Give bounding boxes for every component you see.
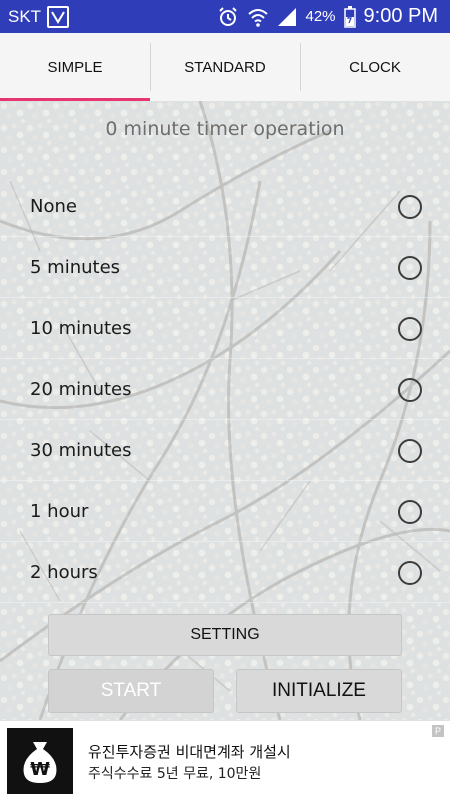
wifi-icon: [247, 7, 269, 27]
money-bag-logo-icon: ₩: [7, 728, 73, 794]
ad-banner[interactable]: ₩ 유진투자증권 비대면계좌 개설시 주식수수료 5년 무료, 10만원 P: [0, 720, 450, 800]
radio-button[interactable]: [398, 561, 422, 585]
option-2-hours[interactable]: 2 hours: [0, 542, 450, 603]
option-label: 1 hour: [30, 500, 89, 522]
option-none[interactable]: None: [0, 176, 450, 237]
option-label: 20 minutes: [30, 378, 132, 400]
setting-button[interactable]: SETTING: [48, 614, 402, 656]
radio-button[interactable]: [398, 378, 422, 402]
timer-status-text: 0 minute timer operation: [105, 118, 345, 140]
initialize-button[interactable]: INITIALIZE: [236, 669, 402, 713]
option-20-minutes[interactable]: 20 minutes: [0, 359, 450, 420]
svg-text:₩: ₩: [30, 759, 50, 780]
ad-subtitle: 주식수수료 5년 무료, 10만원: [88, 766, 262, 782]
timer-panel: 0 minute timer operation None 5 minutes …: [0, 101, 450, 720]
alarm-icon: [217, 6, 239, 28]
status-bar: SKT 42% 9:00 PM: [0, 0, 450, 33]
tab-bar: SIMPLE STANDARD CLOCK: [0, 33, 450, 101]
option-label: None: [30, 195, 77, 217]
radio-button[interactable]: [398, 317, 422, 341]
radio-button[interactable]: [398, 256, 422, 280]
ad-badge[interactable]: P: [432, 725, 444, 737]
option-label: 30 minutes: [30, 439, 132, 461]
battery-icon: [343, 5, 356, 28]
tab-simple[interactable]: SIMPLE: [0, 33, 150, 101]
carrier-logo-icon: [47, 5, 70, 28]
timer-options-list: None 5 minutes 10 minutes 20 minutes 30 …: [0, 176, 450, 603]
tab-clock[interactable]: CLOCK: [300, 33, 450, 101]
radio-button[interactable]: [398, 500, 422, 524]
option-5-minutes[interactable]: 5 minutes: [0, 237, 450, 298]
signal-icon: [277, 7, 297, 27]
option-label: 5 minutes: [30, 256, 121, 278]
status-time: 9:00 PM: [363, 5, 438, 27]
radio-button[interactable]: [398, 195, 422, 219]
radio-button[interactable]: [398, 439, 422, 463]
ad-title: 유진투자증권 비대면계좌 개설시: [88, 743, 291, 761]
tab-standard[interactable]: STANDARD: [150, 33, 300, 101]
battery-percent: 42%: [305, 8, 336, 25]
option-30-minutes[interactable]: 30 minutes: [0, 420, 450, 481]
carrier-name: SKT: [8, 6, 42, 26]
start-button[interactable]: START: [48, 669, 214, 713]
option-1-hour[interactable]: 1 hour: [0, 481, 450, 542]
option-label: 10 minutes: [30, 317, 132, 339]
option-10-minutes[interactable]: 10 minutes: [0, 298, 450, 359]
option-label: 2 hours: [30, 561, 98, 583]
